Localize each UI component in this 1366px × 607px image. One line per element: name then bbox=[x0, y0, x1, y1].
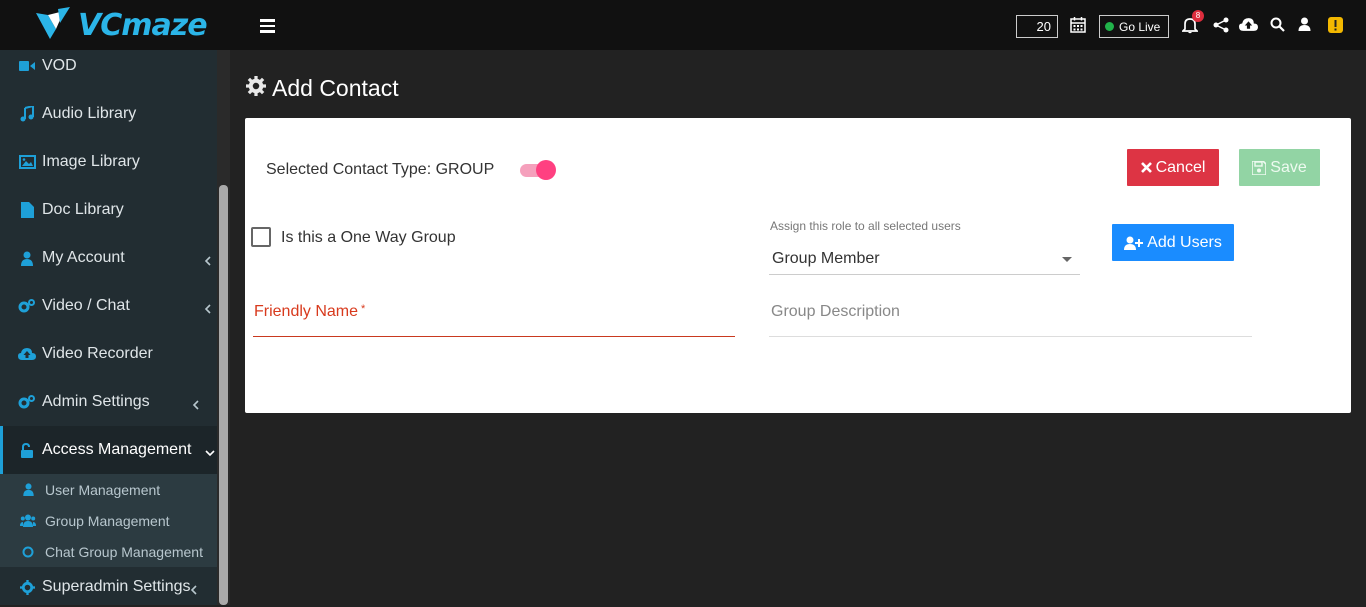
sidebar: VOD Audio Library Image Library Doc Libr… bbox=[0, 0, 230, 605]
user-icon bbox=[18, 249, 36, 267]
page-title: Add Contact bbox=[246, 75, 399, 102]
chevron-left-icon[interactable] bbox=[189, 582, 199, 595]
close-icon bbox=[1140, 162, 1152, 173]
friendly-name-field[interactable]: Friendly Name * bbox=[253, 291, 735, 337]
gears-icon bbox=[18, 297, 36, 315]
user-plus-icon bbox=[1124, 236, 1144, 250]
chevron-left-icon[interactable] bbox=[191, 397, 201, 410]
sidebar-item-label: VOD bbox=[42, 57, 77, 74]
sidebar-item-admin-settings[interactable]: Admin Settings bbox=[0, 378, 217, 426]
access-management-submenu: User Management Group Management Chat Gr… bbox=[0, 474, 217, 567]
image-icon bbox=[18, 153, 36, 171]
group-description-field[interactable]: Group Description bbox=[769, 291, 1252, 337]
sidebar-item-video-chat[interactable]: Video / Chat bbox=[0, 282, 217, 330]
add-users-label: Add Users bbox=[1147, 233, 1222, 251]
music-note-icon bbox=[18, 105, 36, 123]
logo-text: VCmaze bbox=[78, 7, 208, 43]
cloud-upload-icon bbox=[18, 345, 36, 363]
chevron-left-icon[interactable] bbox=[203, 301, 213, 314]
live-status-dot bbox=[1105, 22, 1114, 31]
logo-mark-icon bbox=[34, 5, 74, 45]
sidebar-item-video-recorder[interactable]: Video Recorder bbox=[0, 330, 217, 378]
alert-icon[interactable] bbox=[1328, 17, 1343, 38]
chevron-down-icon[interactable] bbox=[205, 445, 215, 457]
role-select[interactable]: Group Member bbox=[769, 244, 1080, 275]
go-live-button[interactable]: Go Live bbox=[1099, 15, 1169, 38]
sidebar-item-doc-library[interactable]: Doc Library bbox=[0, 186, 217, 234]
save-label: Save bbox=[1270, 158, 1307, 176]
sidebar-item-label: Superadmin Settings bbox=[42, 578, 191, 595]
sidebar-item-my-account[interactable]: My Account bbox=[0, 234, 217, 282]
unlock-icon bbox=[18, 441, 36, 459]
page-title-text: Add Contact bbox=[272, 75, 399, 101]
sidebar-menu: VOD Audio Library Image Library Doc Libr… bbox=[0, 42, 217, 607]
count-display[interactable]: 20 bbox=[1016, 15, 1058, 38]
contact-type-toggle[interactable] bbox=[520, 160, 556, 180]
sidebar-item-label: Doc Library bbox=[42, 201, 124, 218]
add-users-button[interactable]: Add Users bbox=[1112, 224, 1234, 261]
sidebar-subitem-chat-group-management[interactable]: Chat Group Management bbox=[0, 536, 217, 567]
video-camera-icon bbox=[18, 57, 36, 75]
gears-icon bbox=[18, 393, 36, 411]
sidebar-item-label: Image Library bbox=[42, 153, 140, 170]
sidebar-item-image-library[interactable]: Image Library bbox=[0, 138, 217, 186]
sidebar-subitem-label: Group Management bbox=[45, 512, 170, 529]
role-select-value: Group Member bbox=[772, 250, 880, 267]
users-icon bbox=[20, 513, 36, 529]
circle-icon bbox=[20, 544, 36, 560]
go-live-label: Go Live bbox=[1119, 19, 1161, 34]
friendly-name-label: Friendly Name * bbox=[254, 303, 365, 321]
sidebar-subitem-group-management[interactable]: Group Management bbox=[0, 505, 217, 536]
notification-badge: 8 bbox=[1192, 10, 1204, 22]
gear-icon bbox=[18, 578, 36, 596]
top-navbar: 20 Go Live 8 bbox=[230, 0, 1366, 50]
user-profile-icon[interactable] bbox=[1298, 17, 1311, 37]
sidebar-item-access-management[interactable]: Access Management bbox=[0, 426, 217, 474]
friendly-name-label-text: Friendly Name bbox=[254, 303, 359, 320]
add-contact-card: Selected Contact Type: GROUP Cancel Save… bbox=[245, 118, 1351, 413]
group-description-label: Group Description bbox=[771, 303, 900, 320]
calendar-icon[interactable] bbox=[1070, 17, 1086, 38]
sidebar-subitem-label: Chat Group Management bbox=[45, 543, 203, 560]
sidebar-item-label: Video Recorder bbox=[42, 345, 153, 362]
contact-type-label: Selected Contact Type: GROUP bbox=[266, 161, 495, 178]
cancel-button[interactable]: Cancel bbox=[1127, 149, 1219, 186]
save-button[interactable]: Save bbox=[1239, 149, 1320, 186]
sidebar-item-label: Admin Settings bbox=[42, 393, 150, 410]
user-icon bbox=[20, 482, 36, 498]
gear-icon bbox=[246, 75, 266, 102]
share-icon[interactable] bbox=[1213, 17, 1229, 38]
sidebar-item-audio-library[interactable]: Audio Library bbox=[0, 90, 217, 138]
sidebar-item-label: My Account bbox=[42, 249, 125, 266]
sidebar-item-superadmin-settings[interactable]: Superadmin Settings bbox=[0, 567, 217, 607]
hamburger-menu-icon[interactable] bbox=[260, 19, 275, 33]
required-mark: * bbox=[361, 303, 366, 315]
caret-down-icon bbox=[1062, 257, 1072, 262]
cloud-upload-icon[interactable] bbox=[1239, 17, 1258, 37]
floppy-disk-icon bbox=[1252, 160, 1267, 175]
sidebar-item-label: Video / Chat bbox=[42, 297, 130, 314]
search-icon[interactable] bbox=[1270, 17, 1285, 37]
sidebar-scrollbar-thumb[interactable] bbox=[219, 185, 228, 605]
one-way-group-checkbox[interactable] bbox=[251, 227, 271, 247]
document-icon bbox=[18, 201, 36, 219]
one-way-group-label: Is this a One Way Group bbox=[281, 229, 456, 246]
sidebar-item-label: Access Management bbox=[42, 441, 192, 458]
cancel-label: Cancel bbox=[1155, 158, 1206, 176]
chevron-left-icon[interactable] bbox=[203, 253, 213, 266]
sidebar-subitem-label: User Management bbox=[45, 481, 161, 498]
sidebar-subitem-user-management[interactable]: User Management bbox=[0, 474, 217, 505]
assign-role-label: Assign this role to all selected users bbox=[770, 219, 961, 233]
sidebar-item-label: Audio Library bbox=[42, 105, 137, 122]
app-logo[interactable]: VCmaze bbox=[0, 0, 230, 50]
